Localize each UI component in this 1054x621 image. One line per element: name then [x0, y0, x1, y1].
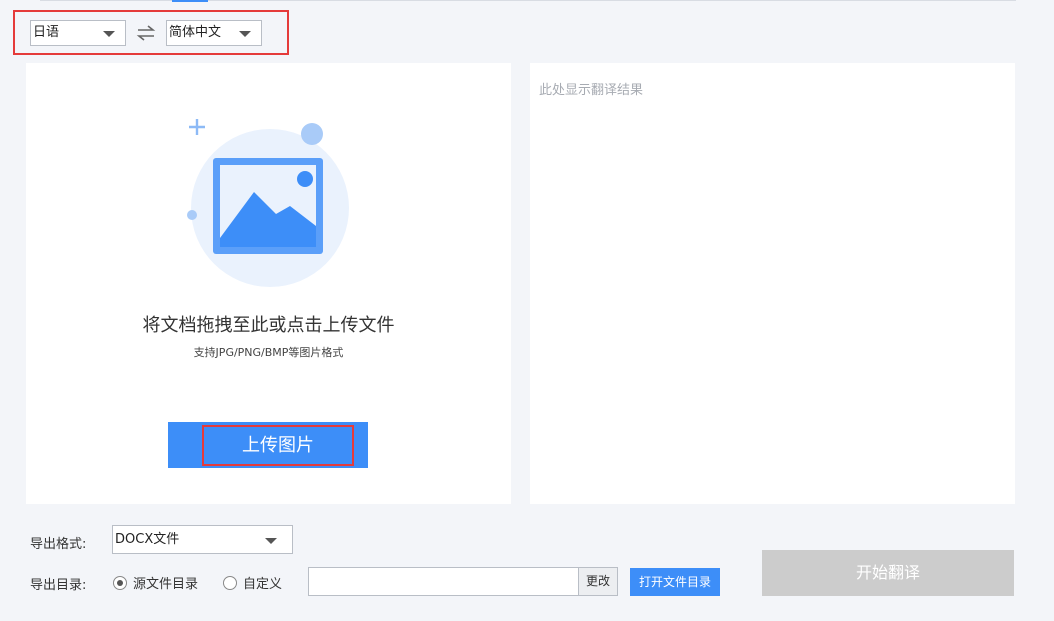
radio-source-directory[interactable]: 源文件目录 [113, 573, 198, 592]
export-format-value: DOCX文件 [115, 532, 180, 547]
export-format-select[interactable]: DOCX文件 [112, 525, 293, 554]
upload-image-button[interactable]: 上传图片 [168, 422, 368, 468]
radio-unchecked-icon [223, 575, 237, 590]
language-bar: 日语 简体中文 [13, 10, 289, 55]
radio-custom-directory[interactable]: 自定义 [223, 573, 282, 592]
source-language-select[interactable]: 日语 [30, 20, 126, 46]
export-path-input[interactable] [308, 567, 579, 596]
upload-drop-zone[interactable]: 将文档拖拽至此或点击上传文件 支持JPG/PNG/BMP等图片格式 上传图片 [26, 63, 511, 504]
radio-custom-label: 自定义 [243, 577, 283, 592]
chevron-down-icon [239, 31, 251, 37]
chevron-down-icon [103, 31, 115, 37]
image-upload-icon [182, 118, 358, 288]
result-placeholder: 此处显示翻译结果 [539, 83, 644, 98]
target-language-value: 简体中文 [169, 25, 222, 40]
chevron-down-icon [265, 538, 277, 544]
swap-arrows-icon[interactable] [136, 22, 156, 44]
active-tab-indicator [172, 0, 208, 2]
drop-zone-title: 将文档拖拽至此或点击上传文件 [142, 315, 395, 336]
start-translation-button[interactable]: 开始翻译 [762, 550, 1014, 596]
target-language-select[interactable]: 简体中文 [166, 20, 262, 46]
source-language-value: 日语 [33, 25, 60, 40]
radio-source-label: 源文件目录 [133, 577, 199, 592]
drop-zone-subtitle: 支持JPG/PNG/BMP等图片格式 [193, 346, 344, 359]
radio-checked-icon [113, 575, 127, 590]
export-format-label: 导出格式: [30, 537, 87, 552]
open-folder-button[interactable]: 打开文件目录 [630, 568, 720, 596]
upload-image-button-label: 上传图片 [202, 425, 354, 466]
change-directory-button[interactable]: 更改 [578, 567, 618, 596]
translation-result-panel[interactable]: 此处显示翻译结果 [530, 63, 1015, 504]
export-directory-label: 导出目录: [30, 578, 87, 593]
